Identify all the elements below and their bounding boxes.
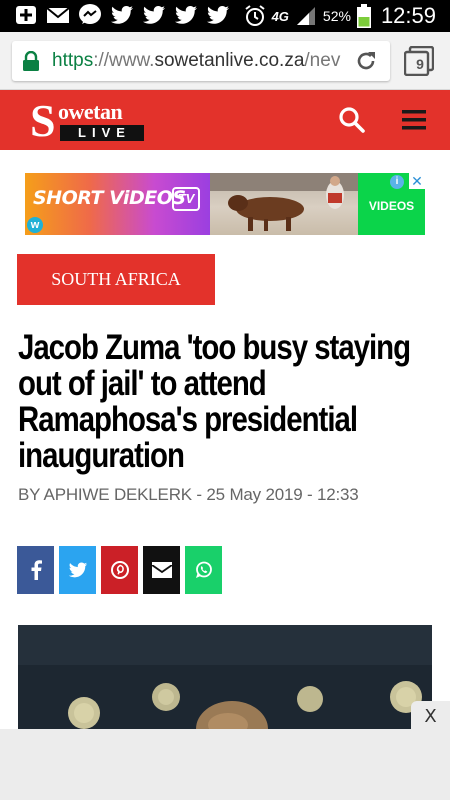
signal-icon [296,7,315,25]
messenger-icon [79,4,101,24]
url-text[interactable]: https://www.sowetanlive.co.za/nev [52,50,357,72]
email-icon [151,562,172,578]
sowetan-live-logo[interactable]: S owetan LIVE [30,98,145,144]
ad-info-icon[interactable]: i [390,175,404,189]
pinterest-icon [110,561,129,579]
url-path: /nev [304,50,341,71]
clock: 12:59 [380,3,436,28]
hamburger-menu-icon[interactable] [402,109,426,131]
twitter-notification-icon [111,6,133,24]
mail-icon [46,7,70,23]
article-byline: BY APHIWE DEKLERK - 25 May 2019 - 12:33 [18,485,359,504]
ad-title: SHORT ViDEOS [33,187,186,209]
logo-wordmark: owetan [58,99,123,124]
share-facebook-button[interactable] [17,546,54,594]
ad-close-icon[interactable]: ✕ [409,173,425,189]
share-twitter-button[interactable] [59,546,96,594]
address-bar[interactable]: https://www.sowetanlive.co.za/nev [12,41,390,81]
alarm-icon [244,5,265,26]
url-separator: ://www. [93,50,155,71]
article-photo [18,625,432,735]
battery-icon [356,4,371,28]
tab-count: 9 [416,56,424,72]
notification-icons [14,4,230,26]
article-hero-image[interactable] [18,625,432,735]
logo-letter: S [30,95,56,146]
reload-icon[interactable] [354,49,378,73]
whatsapp-icon [195,561,212,578]
lock-icon [23,51,39,71]
share-whatsapp-button[interactable] [185,546,222,594]
bottom-ad-slot [0,729,450,800]
ad-brand-panel: SHORT ViDEOS TV w [25,173,210,235]
twitter-notification-icon [207,6,229,24]
twitter-notification-icon [175,6,197,24]
system-icons: 4G 52% 12:59 [244,3,436,29]
network-type: 4G [271,8,289,24]
ad-tv-badge: TV [172,187,200,211]
ad-cta[interactable]: VIDEOS [358,199,425,213]
status-bar: 4G 52% 12:59 [0,0,450,32]
ad-banner[interactable]: SHORT ViDEOS TV w VIDEOS i ✕ [25,173,425,235]
twitter-notification-icon [143,6,165,24]
share-email-button[interactable] [143,546,180,594]
url-host: sowetanlive.co.za [154,50,305,71]
close-ad-button[interactable]: X [411,701,450,733]
bull-illustration [210,173,358,231]
logo-live: LIVE [60,125,144,141]
plus-box-icon [16,6,36,24]
ad-w-badge: w [27,217,43,233]
share-pinterest-button[interactable] [101,546,138,594]
search-icon[interactable] [338,106,366,134]
browser-toolbar: https://www.sowetanlive.co.za/nev 9 [0,32,450,90]
url-scheme: https [52,50,94,71]
article-headline: Jacob Zuma 'too busy staying out of jail… [18,328,411,475]
category-button[interactable]: SOUTH AFRICA [17,254,215,305]
facebook-icon [31,560,42,580]
twitter-icon [68,562,87,577]
ad-bull-photo [210,173,358,235]
site-header: S owetan LIVE [0,90,450,150]
share-bar [17,546,222,594]
battery-percent: 52% [322,8,351,24]
